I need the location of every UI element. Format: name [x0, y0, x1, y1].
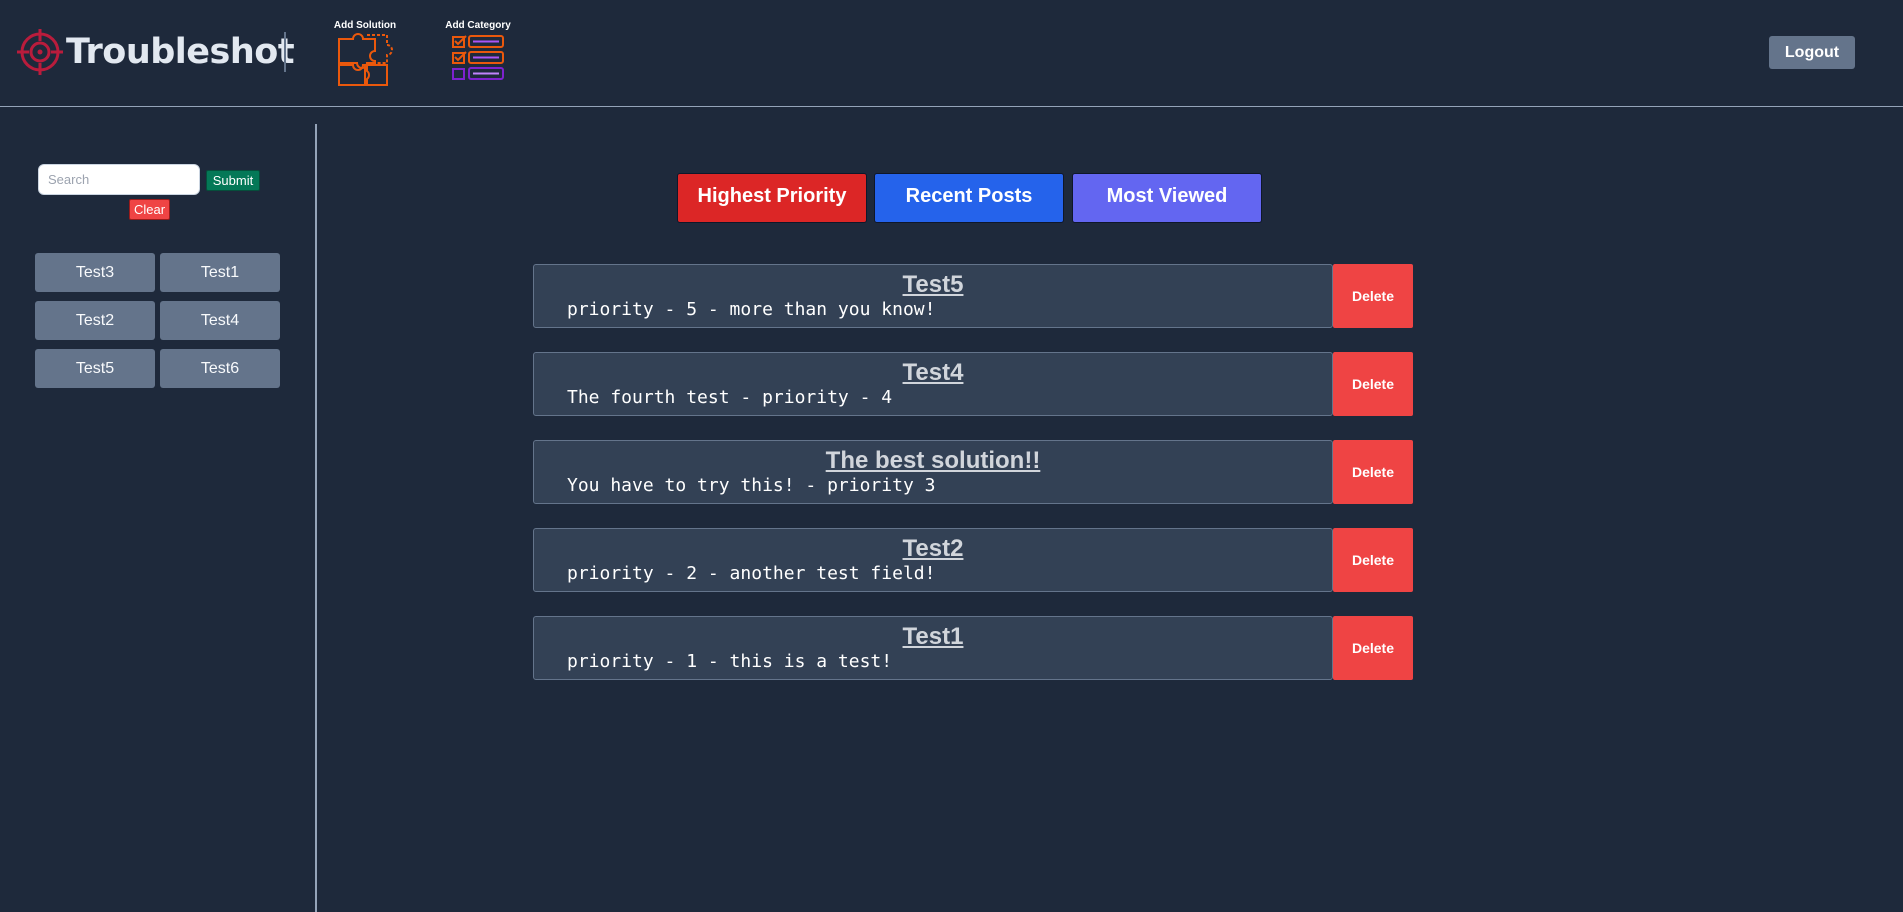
- category-button[interactable]: Test1: [160, 253, 280, 292]
- puzzle-pieces-icon: [338, 33, 393, 86]
- most-viewed-tab[interactable]: Most Viewed: [1072, 173, 1262, 223]
- add-category-label: Add Category: [445, 20, 511, 31]
- post-card: Test2 priority - 2 - another test field!: [533, 528, 1333, 592]
- post-description: You have to try this! - priority 3: [567, 475, 936, 496]
- category-button[interactable]: Test4: [160, 301, 280, 340]
- post-title-link[interactable]: Test2: [534, 535, 1332, 563]
- add-category-link[interactable]: Add Category: [442, 20, 514, 83]
- search-input[interactable]: [38, 164, 200, 195]
- delete-post-button[interactable]: Delete: [1333, 528, 1413, 592]
- brand-name: Troubleshot: [66, 32, 295, 72]
- post-card: Test4 The fourth test - priority - 4: [533, 352, 1333, 416]
- post-card: The best solution!! You have to try this…: [533, 440, 1333, 504]
- post-description: priority - 2 - another test field!: [567, 563, 936, 584]
- crosshair-target-icon: [17, 29, 63, 75]
- delete-post-button[interactable]: Delete: [1333, 264, 1413, 328]
- post-description: priority - 5 - more than you know!: [567, 299, 936, 320]
- category-button[interactable]: Test2: [35, 301, 155, 340]
- header-divider: [284, 32, 286, 72]
- post-description: The fourth test - priority - 4: [567, 387, 893, 408]
- delete-post-button[interactable]: Delete: [1333, 616, 1413, 680]
- recent-posts-tab[interactable]: Recent Posts: [874, 173, 1064, 223]
- category-button[interactable]: Test5: [35, 349, 155, 388]
- add-solution-link[interactable]: Add Solution: [330, 20, 400, 89]
- checklist-icon: [452, 35, 504, 80]
- post-title-link[interactable]: Test4: [534, 359, 1332, 387]
- post-title-link[interactable]: Test1: [534, 623, 1332, 651]
- category-button[interactable]: Test3: [35, 253, 155, 292]
- search-clear-button[interactable]: Clear: [129, 199, 170, 220]
- logout-button[interactable]: Logout: [1769, 36, 1855, 69]
- category-list: Test3 Test1 Test2 Test4 Test5 Test6: [35, 253, 280, 388]
- post-description: priority - 1 - this is a test!: [567, 651, 893, 672]
- top-header: Troubleshot Add Solution Add Category Lo…: [0, 0, 1903, 107]
- category-button[interactable]: Test6: [160, 349, 280, 388]
- post-card: Test1 priority - 1 - this is a test!: [533, 616, 1333, 680]
- search-submit-button[interactable]: Submit: [206, 170, 260, 191]
- brand-logo[interactable]: Troubleshot: [16, 28, 295, 76]
- sidebar-divider: [315, 124, 317, 912]
- highest-priority-tab[interactable]: Highest Priority: [677, 173, 867, 223]
- add-solution-label: Add Solution: [333, 20, 397, 31]
- post-title-link[interactable]: The best solution!!: [534, 447, 1332, 475]
- delete-post-button[interactable]: Delete: [1333, 352, 1413, 416]
- post-card: Test5 priority - 5 - more than you know!: [533, 264, 1333, 328]
- delete-post-button[interactable]: Delete: [1333, 440, 1413, 504]
- post-title-link[interactable]: Test5: [534, 271, 1332, 299]
